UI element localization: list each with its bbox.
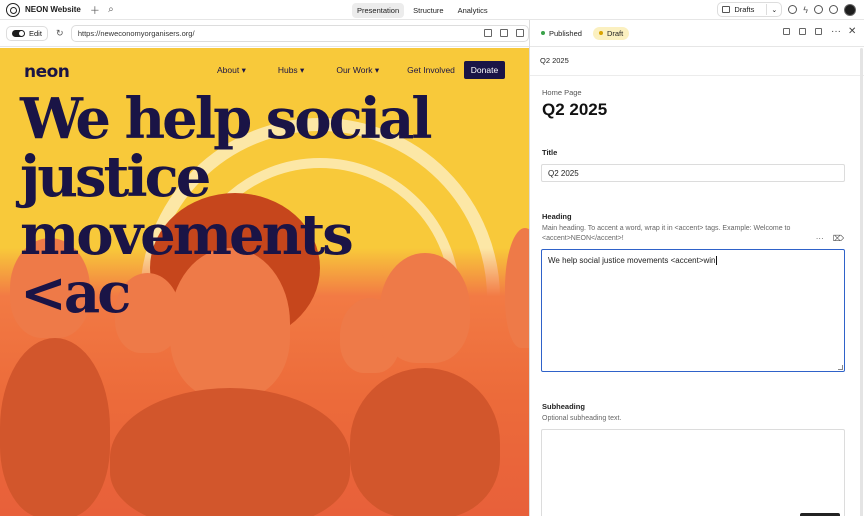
hero-line: We help social bbox=[20, 86, 433, 152]
hero-photo-figure bbox=[110, 388, 350, 516]
draft-label: Draft bbox=[606, 28, 624, 38]
text-cursor: ​ bbox=[715, 256, 717, 265]
heading-field-label: Heading bbox=[542, 212, 572, 221]
subheading-textarea[interactable] bbox=[541, 429, 845, 516]
calendar-icon bbox=[722, 6, 731, 13]
website-preview: neon About ▾ Hubs ▾ Our Work ▾ Get Invol… bbox=[0, 48, 529, 516]
document-id: Q2 2025 bbox=[540, 56, 569, 65]
open-external-icon[interactable] bbox=[484, 28, 492, 37]
published-label: Published bbox=[549, 28, 582, 38]
draft-status-dot bbox=[598, 31, 603, 35]
hero-line: <ac bbox=[20, 260, 131, 326]
more-icon[interactable]: ··· bbox=[831, 27, 841, 37]
site-nav-about[interactable]: About ▾ bbox=[217, 65, 246, 76]
comment-icon[interactable] bbox=[799, 28, 806, 35]
mobile-preview-icon[interactable] bbox=[500, 28, 508, 37]
heading-field-description: Main heading. To accent a word, wrap it … bbox=[542, 225, 791, 242]
link-icon[interactable] bbox=[783, 28, 790, 35]
reload-icon[interactable]: ↻ bbox=[56, 28, 66, 39]
resize-handle[interactable] bbox=[838, 365, 843, 370]
check-circle-icon[interactable] bbox=[788, 5, 798, 14]
hero-heading: We help social justice movements <ac bbox=[20, 90, 520, 322]
chevron-down-icon: ⌄ bbox=[771, 6, 778, 14]
site-nav-hubs[interactable]: Hubs ▾ bbox=[278, 65, 304, 76]
users-icon[interactable] bbox=[814, 5, 823, 14]
workspace-logo-icon[interactable] bbox=[6, 2, 20, 17]
document-toolbar: Published Draft ··· ✕ bbox=[530, 20, 864, 47]
avatar[interactable] bbox=[844, 3, 856, 16]
toggle-icon bbox=[12, 29, 25, 37]
heading-textarea-value: We help social justice movements <accent… bbox=[548, 256, 716, 265]
drafts-label: Drafts bbox=[734, 5, 755, 14]
plus-icon[interactable]: ＋ bbox=[89, 4, 101, 17]
url-bar[interactable]: https://neweconomyorganisers.org/ bbox=[70, 24, 529, 42]
field-comment-icon[interactable]: ⌦ bbox=[833, 234, 844, 243]
published-status-dot bbox=[541, 31, 545, 35]
published-tab[interactable]: Published bbox=[535, 27, 588, 40]
edit-label: Edit bbox=[29, 28, 42, 38]
hero-line: justice movements bbox=[20, 144, 354, 268]
split-pane-icon[interactable] bbox=[815, 28, 822, 35]
title-input-value: Q2 2025 bbox=[548, 168, 579, 178]
title-field-label: Title bbox=[542, 148, 558, 157]
app-topbar: NEON Website ＋ ⌕ Presentation Structure … bbox=[0, 0, 864, 20]
field-more-icon[interactable]: ··· bbox=[816, 234, 824, 243]
hero-photo-figure bbox=[0, 338, 110, 516]
search-icon[interactable]: ⌕ bbox=[105, 4, 117, 16]
site-nav-get-involved[interactable]: Get Involved bbox=[407, 65, 455, 76]
document-title: Q2 2025 bbox=[542, 100, 608, 119]
tab-structure[interactable]: Structure bbox=[408, 3, 448, 18]
preview-toolbar: Edit ↻ https://neweconomyorganisers.org/ bbox=[0, 20, 529, 47]
site-nav-our-work[interactable]: Our Work ▾ bbox=[336, 65, 379, 76]
top-nav: Presentation Structure Analytics bbox=[352, 3, 493, 18]
workspace-name[interactable]: NEON Website bbox=[25, 5, 81, 14]
top-right-controls: Drafts ⌄ ϟ bbox=[717, 2, 856, 17]
url-text: https://neweconomyorganisers.org/ bbox=[77, 28, 195, 38]
document-editor: Q2 2025 Home Page Q2 2025 Title Q2 2025 … bbox=[530, 48, 864, 516]
heading-field-actions: ··· ⌦ bbox=[816, 234, 844, 243]
title-input[interactable]: Q2 2025 bbox=[541, 164, 845, 182]
donate-button[interactable]: Donate bbox=[464, 61, 505, 79]
subheading-field-label: Subheading bbox=[542, 402, 585, 411]
scrollbar[interactable] bbox=[860, 48, 863, 516]
drafts-dropdown[interactable]: Drafts ⌄ bbox=[717, 2, 783, 17]
edit-toggle-button[interactable]: Edit bbox=[6, 25, 48, 41]
site-header: neon About ▾ Hubs ▾ Our Work ▾ Get Invol… bbox=[0, 48, 529, 90]
close-icon[interactable]: ✕ bbox=[848, 27, 856, 37]
tab-presentation[interactable]: Presentation bbox=[352, 3, 405, 18]
help-icon[interactable] bbox=[829, 5, 838, 14]
document-type: Home Page bbox=[542, 88, 582, 97]
heading-textarea[interactable]: We help social justice movements <accent… bbox=[541, 249, 845, 372]
tab-analytics[interactable]: Analytics bbox=[453, 3, 493, 18]
subheading-field-description: Optional subheading text. bbox=[542, 415, 622, 422]
lightning-icon[interactable]: ϟ bbox=[803, 5, 808, 15]
draft-tab[interactable]: Draft bbox=[592, 26, 630, 40]
hero-photo-figure bbox=[350, 368, 500, 516]
site-logo[interactable]: neon bbox=[24, 62, 70, 82]
site-menu: About ▾ Hubs ▾ Our Work ▾ Get Involved bbox=[217, 65, 455, 76]
share-icon[interactable] bbox=[516, 28, 524, 37]
